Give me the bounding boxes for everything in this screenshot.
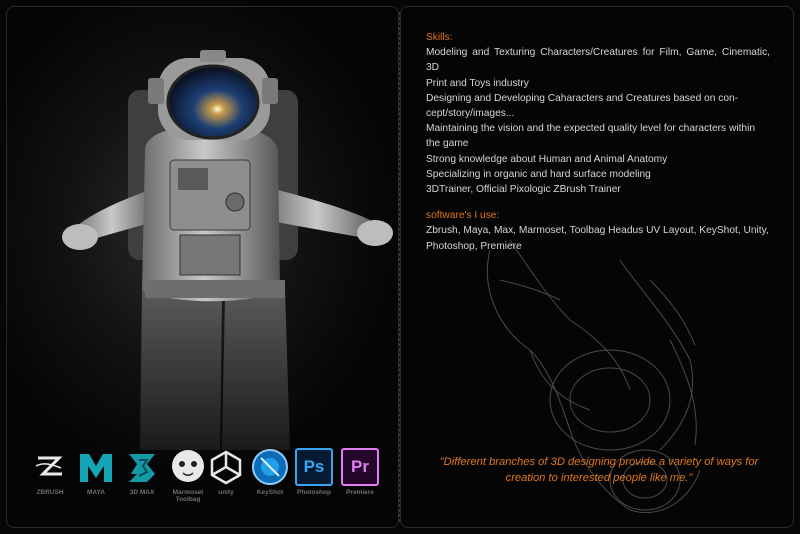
unity-logo-icon [210,450,242,485]
portfolio-page: Skills: Modeling and Texturing Character… [0,0,800,534]
zbrush-logo: ZBRUSH [30,448,70,508]
software-line: Photoshop, Premiere [426,240,522,252]
logo-caption: Photoshop [297,489,331,496]
logo-caption: KeyShot [256,489,284,496]
astronaut-render-image [62,50,393,450]
3dmax-logo: 3D MAX [122,448,162,508]
skills-line: Print and Toys industry [426,77,529,89]
software-heading: software's I use: [426,210,500,222]
marmoset-logo: Marmoset Toolbag [168,448,208,508]
maya-logo: MAYA [76,448,116,508]
keyshot-logo: KeyShot [250,448,290,508]
premiere-logo-icon: Pr [341,448,379,486]
keyshot-logo-icon [252,449,288,485]
3dsmax-logo-icon [129,454,155,482]
premiere-logo: Pr Premiere [340,448,380,508]
photoshop-logo: Ps Photoshop [294,448,334,508]
logo-caption: ZBRUSH [36,489,64,496]
software-line: Zbrush, Maya, Max, Marmoset, Toolbag Hea… [426,225,769,237]
quote-line: creation to interested people like me." [505,471,693,484]
logo-caption: 3D MAX [129,489,155,496]
skills-line: cept/story/images... [426,108,515,120]
logo-caption: unity [218,489,234,496]
photoshop-logo-icon: Ps [295,448,333,486]
logo-caption: MAYA [87,489,105,496]
skills-line: Specializing in organic and hard surface… [426,168,651,180]
unity-logo: unity [206,448,246,508]
marmoset-logo-icon [172,450,204,482]
skills-heading: Skills: [426,32,453,43]
skills-line: 3DTrainer, Official Pixologic ZBrush Tra… [426,184,621,196]
skills-text-block: Skills: Modeling and Texturing Character… [426,30,770,254]
maya-logo-icon [80,454,112,482]
quote-text: "Different branches of 3D designing prov… [418,455,780,486]
skills-line: Strong knowledge about Human and Animal … [426,153,668,165]
skills-line: Designing and Developing Cahar­acters an… [426,92,739,104]
skills-line: Maintaining the vision and the expected … [426,123,756,135]
zbrush-logo-icon [35,456,63,476]
quote-line: "Different branches of 3D designing prov… [439,456,759,468]
logo-caption: Marmoset Toolbag [172,489,204,503]
logo-caption: Premiere [346,489,374,496]
skills-line: Modeling and Texturing Characters/Creatu… [426,47,770,74]
skills-line: the game [426,138,469,150]
